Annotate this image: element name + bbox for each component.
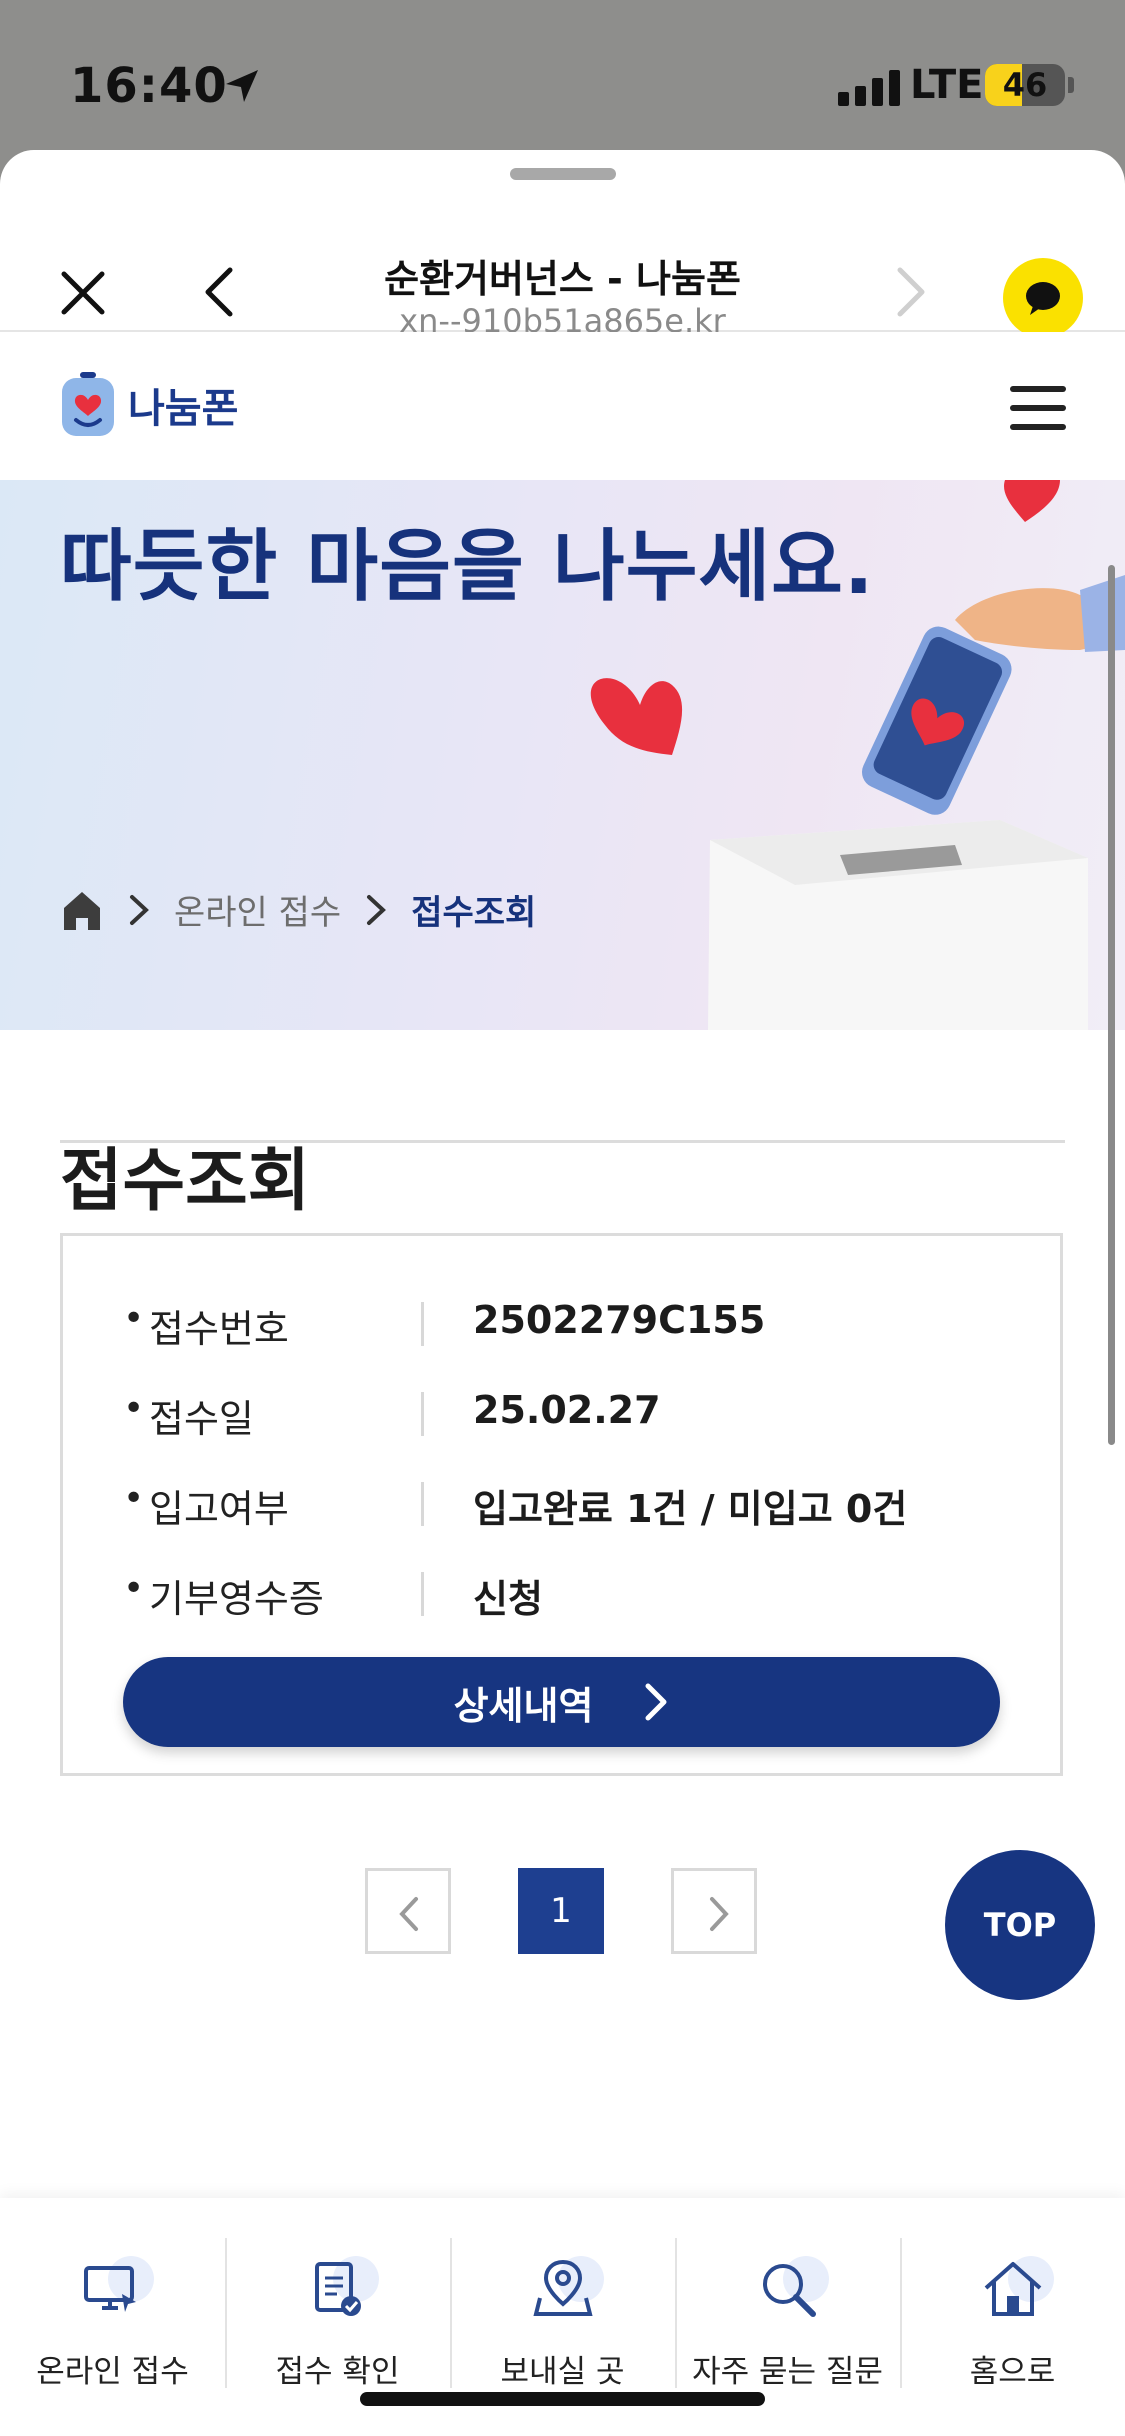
chevron-left-icon bbox=[399, 1897, 418, 1931]
bullet: • bbox=[123, 1478, 145, 1519]
home-icon[interactable] bbox=[60, 888, 104, 932]
site-header: 나눔폰 bbox=[0, 332, 1125, 480]
home-icon bbox=[984, 2262, 1042, 2316]
battery-level: 46 bbox=[1002, 66, 1048, 104]
battery-tip bbox=[1068, 77, 1074, 93]
monitor-icon bbox=[84, 2266, 136, 2312]
chevron-right-icon bbox=[341, 893, 411, 927]
nav-home[interactable]: 홈으로 bbox=[900, 2198, 1125, 2436]
hamburger-line bbox=[1010, 405, 1066, 411]
network-type: LTE bbox=[910, 62, 984, 108]
nav-label: 자주 묻는 질문 bbox=[692, 2354, 883, 2390]
nav-label: 온라인 접수 bbox=[36, 2354, 189, 2390]
info-row: • 접수일 25.02.27 bbox=[123, 1388, 1023, 1448]
heading-divider bbox=[60, 1140, 1065, 1143]
row-label: 기부영수증 bbox=[149, 1577, 324, 1621]
nav-label: 홈으로 bbox=[969, 2354, 1056, 2390]
status-bar: 16:40 LTE 46 bbox=[0, 0, 1125, 150]
bullet: • bbox=[123, 1388, 145, 1429]
bullet: • bbox=[123, 1298, 145, 1339]
kakao-chat-button[interactable] bbox=[1003, 258, 1083, 338]
heart-icon bbox=[590, 678, 683, 755]
chat-bubble-icon bbox=[1026, 282, 1060, 315]
nav-label: 보내실 곳 bbox=[500, 2354, 625, 2390]
browser-page-title: 순환거버넌스 - 나눔폰 bbox=[384, 257, 741, 301]
status-time: 16:40 bbox=[70, 58, 228, 114]
row-separator bbox=[421, 1392, 424, 1436]
hero-illustration bbox=[590, 480, 1125, 1030]
nav-label: 접수 확인 bbox=[275, 2354, 400, 2390]
row-value: 25.02.27 bbox=[473, 1388, 661, 1432]
pagination-page-1[interactable]: 1 bbox=[518, 1868, 604, 1954]
pagination-next-button[interactable] bbox=[671, 1868, 757, 1954]
home-indicator bbox=[360, 2392, 765, 2406]
clipboard-check-icon bbox=[315, 2262, 361, 2316]
browser-toolbar: 순환거버넌스 - 나눔폰 xn--910b51a865e.kr bbox=[0, 180, 1125, 340]
reception-card: • 접수번호 2502279C155 • 접수일 25.02.27 • 입고여부… bbox=[60, 1233, 1063, 1776]
chevron-right-icon bbox=[710, 1897, 729, 1931]
signal-icon bbox=[838, 70, 900, 106]
detail-button[interactable]: 상세내역 bbox=[123, 1657, 1000, 1747]
info-row: • 기부영수증 신청 bbox=[123, 1568, 1023, 1628]
heart-icon bbox=[1004, 480, 1060, 522]
logo-text: 나눔폰 bbox=[128, 386, 239, 432]
nav-online-reception[interactable]: 온라인 접수 bbox=[0, 2198, 225, 2436]
sheet-grabber[interactable] bbox=[510, 168, 616, 180]
row-value: 입고완료 1건 / 미입고 0건 bbox=[473, 1487, 908, 1531]
info-row: • 접수번호 2502279C155 bbox=[123, 1298, 1023, 1358]
menu-button[interactable] bbox=[1010, 386, 1066, 430]
detail-button-label: 상세내역 bbox=[453, 1683, 594, 1728]
hero-banner: 따듯한 마음을 나누세요. 온라인 접수 접수조회 bbox=[0, 480, 1125, 1030]
bullet: • bbox=[123, 1568, 145, 1609]
info-row: • 입고여부 입고완료 1건 / 미입고 0건 bbox=[123, 1478, 1023, 1538]
logo-mark-icon bbox=[62, 372, 114, 436]
row-value: 신청 bbox=[473, 1577, 543, 1621]
row-label: 접수번호 bbox=[149, 1307, 289, 1351]
pagination-prev-button[interactable] bbox=[365, 1868, 451, 1954]
search-icon bbox=[763, 2264, 816, 2317]
chevron-right-icon bbox=[645, 1683, 667, 1721]
site-logo[interactable]: 나눔폰 bbox=[58, 370, 238, 440]
row-label: 입고여부 bbox=[149, 1487, 289, 1531]
hamburger-line bbox=[1010, 386, 1066, 392]
row-separator bbox=[421, 1482, 424, 1526]
breadcrumb: 온라인 접수 접수조회 bbox=[60, 885, 536, 934]
row-label: 접수일 bbox=[149, 1397, 254, 1441]
hamburger-line bbox=[1010, 424, 1066, 430]
breadcrumb-current: 접수조회 bbox=[411, 893, 537, 933]
battery-icon: 46 bbox=[985, 64, 1065, 106]
chevron-right-icon bbox=[104, 893, 174, 927]
row-separator bbox=[421, 1302, 424, 1346]
map-pin-icon bbox=[533, 2259, 593, 2316]
forward-icon[interactable] bbox=[890, 264, 930, 320]
breadcrumb-online-reception[interactable]: 온라인 접수 bbox=[174, 885, 341, 934]
row-value: 2502279C155 bbox=[473, 1298, 766, 1342]
scrollbar[interactable] bbox=[1108, 565, 1115, 1445]
row-separator bbox=[421, 1572, 424, 1616]
location-arrow-icon bbox=[226, 70, 258, 102]
scroll-top-button[interactable]: TOP bbox=[945, 1850, 1095, 2000]
